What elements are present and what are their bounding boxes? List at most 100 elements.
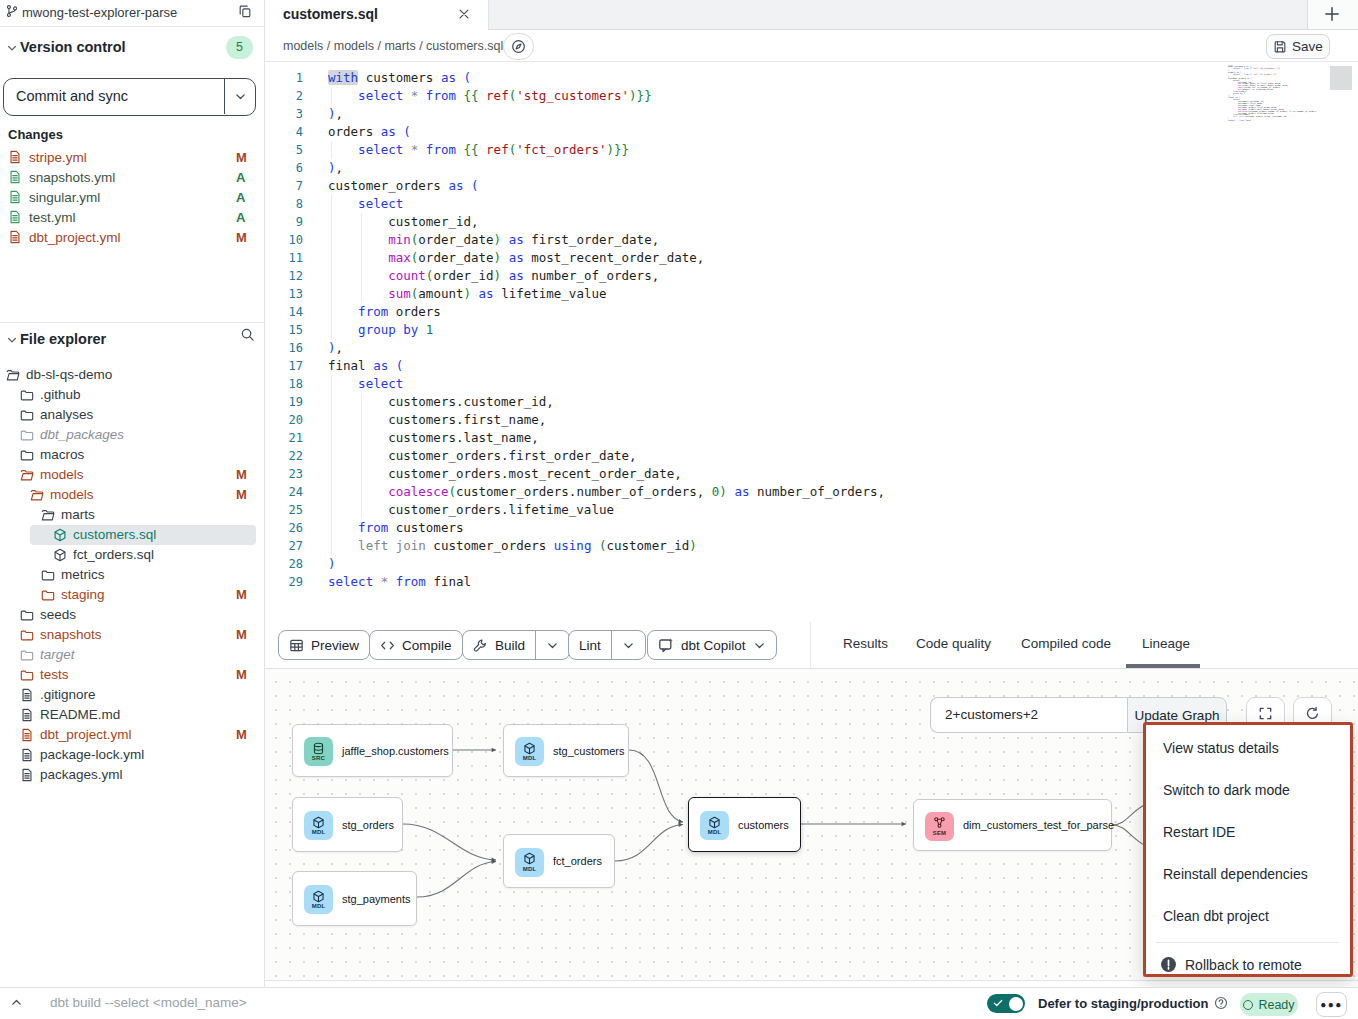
tree-item-seeds[interactable]: seeds	[0, 605, 264, 625]
minimap[interactable]: with customers as ( select * from {{ ref…	[1228, 66, 1298, 122]
new-tab-button[interactable]	[1323, 5, 1341, 23]
line-number: 19	[265, 393, 303, 411]
breadcrumb-row: models / models / marts / customers.sql …	[265, 30, 1358, 62]
panel-tab-compiled-code[interactable]: Compiled code	[1021, 636, 1111, 651]
menu-item-view-status-details[interactable]: View status details	[1163, 740, 1279, 756]
code-line: coalesce(customer_orders.number_of_order…	[328, 483, 885, 501]
tree-item-target[interactable]: target	[0, 645, 264, 665]
branch-header: mwong-test-explorer-parse	[0, 0, 264, 27]
status-letter: M	[236, 487, 247, 502]
build-button[interactable]: Build	[462, 630, 570, 660]
tree-item-marts[interactable]: marts	[0, 505, 264, 525]
chevron-up-icon[interactable]	[10, 996, 23, 1009]
menu-item-rollback-to-remote[interactable]: Rollback to remote	[1160, 956, 1302, 973]
save-icon	[1273, 40, 1287, 54]
tree-item-snapshots[interactable]: snapshotsM	[0, 625, 264, 645]
lineage-node-stg-customers[interactable]: MDL stg_customers	[503, 724, 629, 777]
panel-tab-lineage[interactable]: Lineage	[1142, 636, 1190, 651]
alert-icon	[1160, 956, 1177, 973]
folder-icon	[20, 668, 34, 682]
lineage-node-jaffle-shop-customers[interactable]: SRC jaffle_shop.customers	[292, 724, 453, 777]
help-icon[interactable]	[1214, 996, 1228, 1010]
branch-name: mwong-test-explorer-parse	[22, 5, 177, 20]
lint-dropdown[interactable]	[612, 631, 645, 659]
chevron-down-icon[interactable]	[6, 42, 18, 54]
panel-tab-code-quality[interactable]: Code quality	[916, 636, 991, 651]
line-number: 4	[265, 123, 303, 141]
tree-item-package-lock-yml[interactable]: package-lock.yml	[0, 745, 264, 765]
folder-icon	[20, 428, 34, 442]
tree-item-models[interactable]: modelsM	[0, 465, 264, 485]
version-control-title[interactable]: Version control	[20, 39, 126, 55]
code-line: customer_orders.first_order_date,	[328, 447, 637, 465]
tree-item-models[interactable]: modelsM	[0, 485, 264, 505]
table-icon	[289, 638, 304, 653]
lineage-node-customers[interactable]: MDL customers	[688, 797, 801, 852]
lint-button[interactable]: Lint	[568, 630, 646, 660]
open-in-explorer-button[interactable]	[503, 33, 534, 60]
tree-item-staging[interactable]: stagingM	[0, 585, 264, 605]
change-row[interactable]: dbt_project.yml M	[0, 228, 264, 248]
tree-item-analyses[interactable]: analyses	[0, 405, 264, 425]
menu-item-switch-to-dark-mode[interactable]: Switch to dark mode	[1163, 782, 1290, 798]
close-icon[interactable]	[457, 7, 471, 21]
more-options-button[interactable]: ●●●	[1316, 992, 1347, 1017]
status-letter: M	[236, 587, 247, 602]
lineage-node-fct-orders[interactable]: MDL fct_orders	[503, 834, 615, 888]
change-row[interactable]: snapshots.yml A	[0, 168, 264, 188]
tree-item--github[interactable]: .github	[0, 385, 264, 405]
line-number: 14	[265, 303, 303, 321]
tab-customers-sql[interactable]: customers.sql	[265, 0, 489, 30]
change-row[interactable]: stripe.yml M	[0, 148, 264, 168]
copy-icon[interactable]	[238, 4, 252, 18]
code-line: ),	[328, 159, 343, 177]
preview-button[interactable]: Preview	[278, 630, 370, 660]
chevron-down-icon[interactable]	[234, 90, 247, 103]
dbt-copilot-button[interactable]: dbt Copilot	[647, 630, 777, 660]
change-row[interactable]: test.yml A	[0, 208, 264, 228]
defer-toggle[interactable]	[987, 994, 1025, 1013]
panel-tab-results[interactable]: Results	[843, 636, 888, 651]
file-explorer-title[interactable]: File explorer	[20, 331, 106, 347]
command-input[interactable]: dbt build --select <model_name>	[50, 995, 247, 1010]
folder-icon	[20, 408, 34, 422]
tree-item-fct-orders-sql[interactable]: fct_orders.sql	[0, 545, 264, 565]
code-line: customer_id,	[328, 213, 479, 231]
tree-item-dbt-packages[interactable]: dbt_packages	[0, 425, 264, 445]
menu-item-restart-ide[interactable]: Restart IDE	[1163, 824, 1235, 840]
code-line: customer_orders.most_recent_order_date,	[328, 465, 682, 483]
lineage-canvas[interactable]: SRC jaffle_shop.customers MDL stg_custome…	[265, 669, 1358, 981]
search-icon[interactable]	[240, 327, 255, 342]
build-dropdown[interactable]	[536, 631, 569, 659]
tree-item-customers-sql[interactable]: customers.sql	[0, 525, 264, 545]
file-icon	[20, 728, 34, 742]
tree-item--gitignore[interactable]: .gitignore	[0, 685, 264, 705]
editor-toolbar: Preview Compile Build Lint dbt Copilot R…	[265, 622, 1358, 669]
commit-and-sync-button[interactable]: Commit and sync	[3, 78, 256, 116]
line-number: 21	[265, 429, 303, 447]
code-editor[interactable]: 1with customers as (2 select * from {{ r…	[265, 62, 1358, 622]
tree-item-packages-yml[interactable]: packages.yml	[0, 765, 264, 785]
tree-item-readme-md[interactable]: README.md	[0, 705, 264, 725]
tree-item-metrics[interactable]: metrics	[0, 565, 264, 585]
save-button[interactable]: Save	[1266, 34, 1330, 59]
chevron-down-icon[interactable]	[6, 334, 18, 346]
tree-item-tests[interactable]: testsM	[0, 665, 264, 685]
sidebar: mwong-test-explorer-parse Version contro…	[0, 0, 265, 1019]
minimap-slider[interactable]	[1330, 66, 1352, 90]
lineage-node-dim-customers-test-for-parse[interactable]: SEM dim_customers_test_for_parse	[913, 799, 1112, 851]
main-area: customers.sql models / models / marts / …	[265, 0, 1358, 1019]
menu-item-reinstall-dependencies[interactable]: Reinstall dependencies	[1163, 866, 1308, 882]
compile-button[interactable]: Compile	[369, 630, 463, 660]
model-cube-icon	[53, 548, 67, 562]
code-line: select * from final	[328, 573, 471, 591]
tree-item-db-sl-qs-demo[interactable]: db-sl-qs-demo	[0, 365, 264, 385]
tree-item-macros[interactable]: macros	[0, 445, 264, 465]
tree-item-dbt-project-yml[interactable]: dbt_project.ymlM	[0, 725, 264, 745]
status-letter: M	[236, 667, 247, 682]
lineage-node-stg-orders[interactable]: MDL stg_orders	[292, 797, 403, 852]
lineage-node-stg-payments[interactable]: MDL stg_payments	[292, 871, 417, 926]
lineage-search-input[interactable]: 2+customers+2	[930, 697, 1127, 733]
change-row[interactable]: singular.yml A	[0, 188, 264, 208]
menu-item-clean-dbt-project[interactable]: Clean dbt project	[1163, 908, 1269, 924]
